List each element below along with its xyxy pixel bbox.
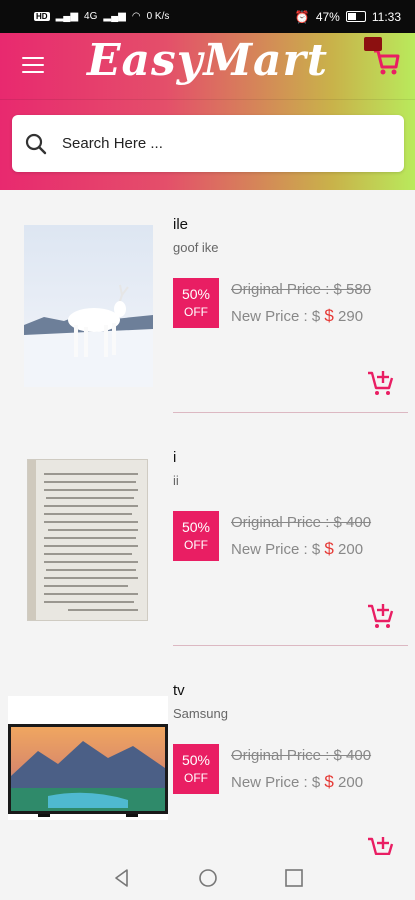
item-divider <box>173 645 408 646</box>
product-card[interactable]: ile goof ike 50% OFF Original Price : $ … <box>0 190 415 423</box>
discount-off-label: OFF <box>184 771 208 785</box>
product-description: ii <box>173 473 179 488</box>
status-bar: HD ▂▄▆ 4G ▂▄▆ ◠ 0 K/s ⏰ 47% 11:33 <box>0 0 415 33</box>
discount-badge: 50% OFF <box>173 744 219 794</box>
new-price-label: New Price : $ <box>231 774 325 791</box>
product-name: i <box>173 449 177 466</box>
clock: 11:33 <box>371 9 401 24</box>
search-icon <box>25 133 47 154</box>
product-name: tv <box>173 682 185 699</box>
signal-icon-2: ▂▄▆ <box>103 11 126 22</box>
discount-off-label: OFF <box>184 305 208 319</box>
item-divider <box>173 412 408 413</box>
original-price: Original Price : $ 400 <box>231 514 372 531</box>
original-price: Original Price : $ 580 <box>231 281 372 298</box>
cart-count-badge <box>364 37 382 51</box>
net-speed: 0 K/s <box>146 11 170 22</box>
add-to-cart-icon[interactable] <box>366 601 394 629</box>
recents-icon[interactable] <box>283 867 305 889</box>
reindeer-image <box>24 284 153 387</box>
volte-icon: HD <box>34 12 50 21</box>
wifi-icon: ◠ <box>131 11 141 22</box>
new-price-value: 290 <box>333 308 364 325</box>
battery-icon <box>345 11 366 22</box>
network-type: 4G <box>84 11 98 22</box>
home-icon[interactable] <box>197 867 219 889</box>
discount-percent: 50% <box>181 752 211 768</box>
product-description: Samsung <box>173 706 228 721</box>
discount-percent: 50% <box>181 286 211 302</box>
discount-badge: 50% OFF <box>173 511 219 561</box>
product-image <box>24 225 153 387</box>
new-price-label: New Price : $ <box>231 541 325 558</box>
discount-off-label: OFF <box>184 538 208 552</box>
product-description: goof ike <box>173 240 219 255</box>
product-image <box>8 696 168 820</box>
battery-percent: 47% <box>315 9 340 24</box>
add-to-cart-icon[interactable] <box>366 368 394 396</box>
product-card[interactable]: i ii 50% OFF Original Price : $ 400 New … <box>0 423 415 656</box>
product-name: ile <box>173 216 189 233</box>
currency-symbol: $ <box>324 539 334 558</box>
new-price: New Price : $ $ 290 <box>231 306 363 326</box>
book-page-image <box>28 460 138 620</box>
cart-button[interactable] <box>362 37 402 77</box>
currency-symbol: $ <box>324 772 334 791</box>
status-right: ⏰ 47% 11:33 <box>295 10 401 24</box>
product-image <box>27 459 148 621</box>
back-icon[interactable] <box>111 867 133 889</box>
app-title: EasyMart <box>86 35 329 86</box>
discount-badge: 50% OFF <box>173 278 219 328</box>
app-bar-divider <box>0 99 415 100</box>
original-price: Original Price : $ 400 <box>231 747 372 764</box>
signal-icon: ▂▄▆ <box>55 11 79 22</box>
new-price-label: New Price : $ <box>231 308 325 325</box>
system-nav-bar <box>0 855 415 900</box>
new-price-value: 200 <box>333 541 364 558</box>
app-bar: EasyMart <box>0 33 415 99</box>
search-input[interactable] <box>60 134 364 153</box>
alarm-icon: ⏰ <box>294 9 310 24</box>
new-price-value: 200 <box>333 774 364 791</box>
search-bar[interactable] <box>12 115 404 172</box>
header: EasyMart <box>0 33 415 190</box>
tv-image <box>8 724 168 817</box>
new-price: New Price : $ $ 200 <box>231 539 363 559</box>
currency-symbol: $ <box>324 306 334 325</box>
discount-percent: 50% <box>181 519 211 535</box>
status-left: HD ▂▄▆ 4G ▂▄▆ ◠ 0 K/s <box>34 11 169 22</box>
new-price: New Price : $ $ 200 <box>231 772 363 792</box>
